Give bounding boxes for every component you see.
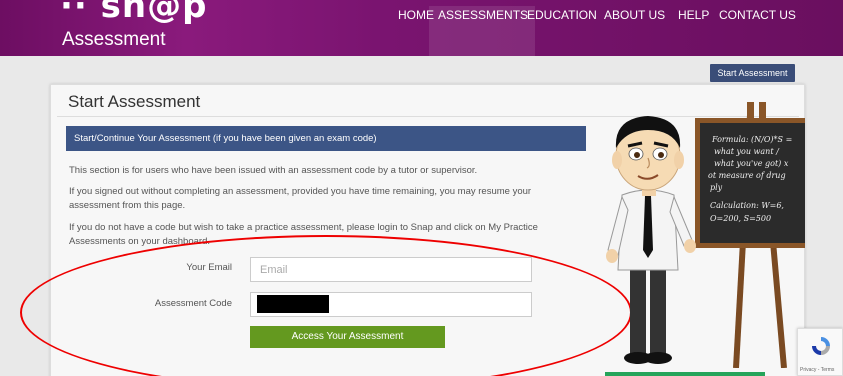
page-title: Start Assessment — [68, 92, 201, 111]
recaptcha-icon — [812, 337, 830, 355]
recaptcha-label[interactable]: Privacy - Terms — [800, 367, 834, 373]
nav-about-us[interactable]: ABOUT US — [604, 6, 665, 56]
logo-mark[interactable]: ·· sn@p — [60, 0, 207, 26]
bottom-green-bar — [605, 372, 765, 376]
panel-heading: Start/Continue Your Assessment (if you h… — [66, 126, 586, 151]
access-assessment-button[interactable]: Access Your Assessment — [250, 326, 445, 348]
chalkboard-line: O=200, S=500 — [710, 214, 771, 223]
chalkboard-line: ply — [710, 183, 723, 192]
chalkboard-line: what you want / — [714, 147, 780, 156]
teacher-figure — [606, 116, 696, 364]
start-assessment-button[interactable]: Start Assessment — [710, 64, 795, 82]
nav-contact-us[interactable]: CONTACT US — [719, 6, 796, 56]
nav-education[interactable]: EDUCATION — [527, 6, 597, 56]
redacted-code-value — [257, 295, 329, 313]
email-label: Your Email — [186, 262, 232, 273]
assessment-code-label: Assessment Code — [154, 298, 232, 309]
chalkboard-line: Calculation: W=6, — [710, 201, 784, 210]
nav-assessments[interactable]: ASSESSMENTS — [429, 6, 536, 56]
chalkboard-line: ot measure of drug — [708, 171, 786, 180]
email-field[interactable] — [250, 257, 532, 282]
intro-paragraph: This section is for users who have been … — [69, 165, 478, 176]
logo-subtitle[interactable]: Assessment — [62, 29, 165, 51]
practice-paragraph: If you do not have a code but wish to ta… — [69, 222, 538, 247]
chalkboard-line: Formula: (N/O)*S = — [711, 135, 792, 144]
nav-help[interactable]: HELP — [678, 6, 709, 56]
resume-paragraph: If you signed out without completing an … — [69, 186, 532, 211]
site-header: ·· sn@p Assessment HOME ASSESSMENTS EDUC… — [0, 0, 843, 56]
recaptcha-badge[interactable]: Privacy - Terms — [797, 328, 843, 376]
chalkboard-line: what you've got) x — [714, 159, 789, 168]
teacher-chalkboard-illustration: Formula: (N/O)*S = what you want / what … — [606, 102, 805, 368]
